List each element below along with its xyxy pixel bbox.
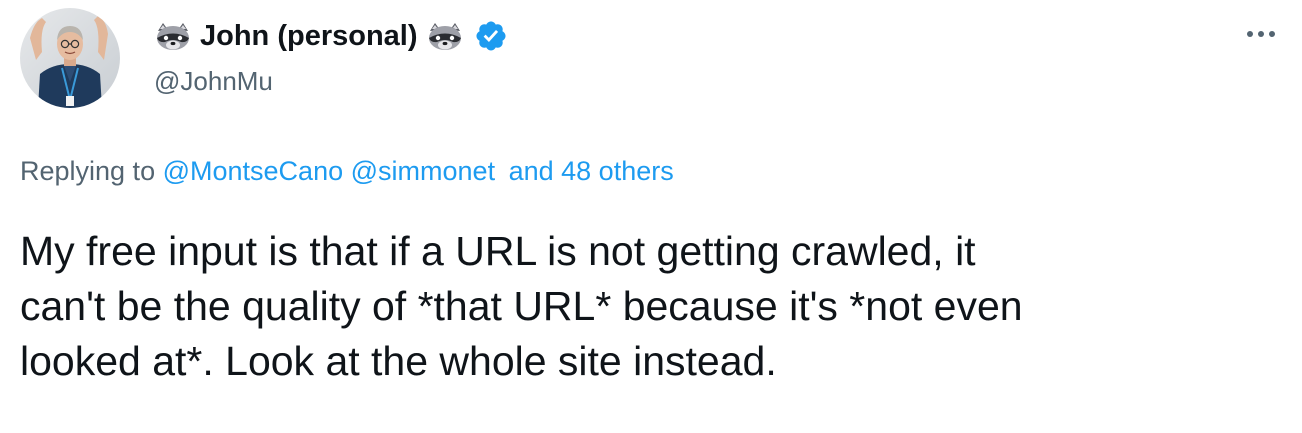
avatar-image	[20, 8, 120, 108]
mention-link[interactable]: @MontseCano	[163, 156, 344, 186]
others-link[interactable]: and 48 others	[509, 156, 674, 186]
raccoon-icon	[154, 21, 192, 51]
mention-link[interactable]: @simmonet	[351, 156, 495, 186]
reply-context: Replying to @MontseCano @simmonet and 48…	[20, 156, 674, 187]
more-horizontal-icon	[1247, 31, 1275, 37]
tweet-text-line: can't be the quality of *that URL* becau…	[20, 283, 1023, 329]
author-name-row: John (personal)	[154, 16, 508, 56]
author-handle[interactable]: @JohnMu	[154, 66, 273, 97]
raccoon-icon	[426, 21, 464, 51]
tweet: John (personal) @JohnMu Replying to @Mon…	[0, 0, 1302, 433]
author-display-name[interactable]: John (personal)	[200, 20, 418, 53]
avatar[interactable]	[20, 8, 120, 108]
tweet-text: My free input is that if a URL is not ge…	[20, 224, 1290, 389]
tweet-text-line: My free input is that if a URL is not ge…	[20, 228, 976, 274]
more-options-button[interactable]	[1244, 20, 1278, 48]
tweet-text-line: looked at*. Look at the whole site inste…	[20, 338, 777, 384]
verified-badge-icon[interactable]	[474, 19, 508, 53]
reply-prefix: Replying to	[20, 156, 156, 186]
